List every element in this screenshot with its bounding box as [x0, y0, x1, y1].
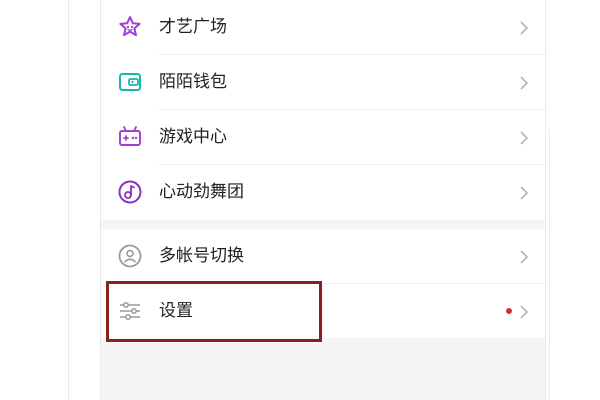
- chevron-right-icon: [519, 185, 529, 200]
- account-switch-icon: [117, 243, 143, 269]
- menu-item-label: 游戏中心: [159, 127, 227, 147]
- notification-dot: [506, 308, 512, 314]
- settings-sliders-icon: [117, 298, 143, 324]
- menu-item-settings[interactable]: 设置: [101, 284, 545, 339]
- chevron-right-icon: [519, 304, 529, 319]
- gamepad-icon: [117, 124, 143, 150]
- left-edge-line: [68, 0, 69, 400]
- wallet-icon: [117, 69, 143, 95]
- menu-item-label: 多帐号切换: [159, 246, 244, 266]
- chevron-right-icon: [519, 130, 529, 145]
- music-note-icon: [117, 179, 143, 205]
- menu-group-features: 才艺广场 陌陌钱包 游戏中心 心动劲舞团: [101, 0, 545, 220]
- settings-menu-panel: 才艺广场 陌陌钱包 游戏中心 心动劲舞团 多帐号切换 设置: [100, 0, 546, 400]
- chevron-right-icon: [519, 249, 529, 264]
- menu-group-account: 多帐号切换 设置: [101, 229, 545, 338]
- talent-star-icon: [117, 14, 143, 40]
- menu-item-switch-account[interactable]: 多帐号切换: [101, 229, 545, 284]
- menu-item-label: 设置: [159, 301, 193, 321]
- menu-item-dance-group[interactable]: 心动劲舞团: [101, 165, 545, 220]
- menu-item-label: 陌陌钱包: [159, 72, 227, 92]
- menu-item-game-center[interactable]: 游戏中心: [101, 110, 545, 165]
- menu-item-wallet[interactable]: 陌陌钱包: [101, 55, 545, 110]
- screenshot-stage: 才艺广场 陌陌钱包 游戏中心 心动劲舞团 多帐号切换 设置: [0, 0, 600, 400]
- chevron-right-icon: [519, 20, 529, 35]
- right-edge-line: [549, 130, 550, 400]
- menu-item-label: 才艺广场: [159, 17, 227, 37]
- chevron-right-icon: [519, 75, 529, 90]
- menu-item-label: 心动劲舞团: [159, 182, 244, 202]
- menu-item-talent-square[interactable]: 才艺广场: [101, 0, 545, 55]
